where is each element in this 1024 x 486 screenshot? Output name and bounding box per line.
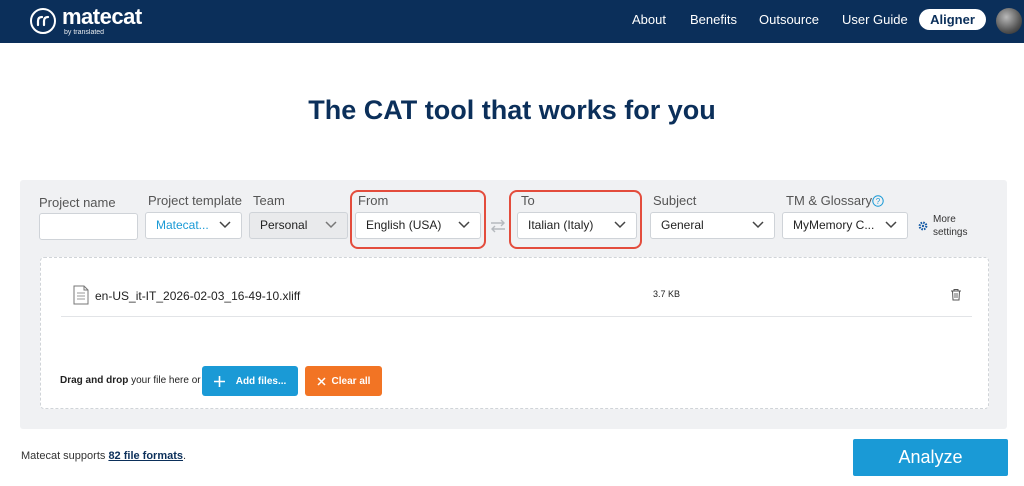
nav-about[interactable]: About — [632, 12, 666, 27]
more-settings-line1: More — [933, 214, 956, 225]
file-name: en-US_it-IT_2026-02-03_16-49-10.xliff — [95, 289, 301, 303]
project-name-input[interactable] — [39, 213, 138, 240]
chevron-down-icon — [752, 221, 764, 229]
file-size: 3.7 KB — [653, 289, 681, 299]
matecat-logo-icon — [30, 8, 56, 34]
tm-glossary-select[interactable]: MyMemory C... — [782, 212, 908, 239]
team-label: Team — [253, 193, 285, 208]
file-drop-zone[interactable]: en-US_it-IT_2026-02-03_16-49-10.xliff 3.… — [40, 257, 989, 409]
tm-glossary-label: TM & Glossary — [786, 193, 872, 208]
add-files-label: Add files... — [235, 375, 287, 387]
drag-drop-text: Drag and drop your file here or — [60, 375, 201, 386]
gear-icon — [918, 221, 928, 231]
more-settings-button[interactable]: More settings — [918, 213, 967, 239]
logo-name: matecat — [62, 4, 142, 29]
team-select[interactable]: Personal — [249, 212, 348, 239]
clear-all-button[interactable]: Clear all — [305, 366, 382, 396]
analyze-button[interactable]: Analyze — [853, 439, 1008, 476]
chevron-down-icon — [885, 221, 897, 229]
svg-text:?: ? — [876, 197, 881, 206]
add-files-button[interactable]: Add files... — [202, 366, 298, 396]
chevron-down-icon — [458, 221, 470, 229]
file-formats-link[interactable]: 82 file formats — [108, 450, 183, 462]
nav-outsource[interactable]: Outsource — [759, 12, 819, 27]
source-language-value: English (USA) — [366, 218, 442, 232]
nav-user-guide[interactable]: User Guide — [842, 12, 908, 27]
user-avatar[interactable] — [996, 8, 1022, 34]
clear-all-label: Clear all — [331, 375, 371, 387]
project-template-value: Matecat... — [156, 218, 209, 232]
more-settings-line2: settings — [933, 227, 968, 238]
logo-subtitle: by translated — [64, 29, 105, 36]
matecat-logo[interactable]: matecat by translated — [30, 6, 142, 36]
project-name-label: Project name — [39, 195, 116, 210]
trash-icon[interactable] — [950, 288, 962, 301]
source-language-select[interactable]: English (USA) — [355, 212, 481, 239]
help-icon[interactable]: ? — [872, 194, 884, 212]
subject-value: General — [661, 218, 704, 232]
top-navigation-bar: matecat by translated About Benefits Out… — [0, 0, 1024, 43]
plus-icon — [213, 375, 225, 387]
supports-suffix: . — [183, 450, 187, 462]
swap-languages-icon[interactable] — [489, 219, 507, 233]
chevron-down-icon — [614, 221, 626, 229]
project-template-label: Project template — [148, 193, 242, 208]
drag-drop-bold: Drag and drop — [60, 375, 129, 386]
nav-benefits[interactable]: Benefits — [690, 12, 737, 27]
team-value: Personal — [260, 218, 308, 232]
supports-prefix: Matecat supports — [21, 450, 109, 462]
subject-select[interactable]: General — [650, 212, 775, 239]
subject-label: Subject — [653, 193, 697, 208]
target-language-select[interactable]: Italian (Italy) — [517, 212, 637, 239]
aligner-button[interactable]: Aligner — [919, 9, 986, 30]
chevron-down-icon — [219, 221, 231, 229]
page-title: The CAT tool that works for you — [308, 95, 716, 125]
drag-drop-rest: your file here or — [128, 375, 201, 386]
close-icon — [317, 376, 326, 386]
chevron-down-icon — [325, 221, 337, 229]
project-template-select[interactable]: Matecat... — [145, 212, 242, 239]
file-row: en-US_it-IT_2026-02-03_16-49-10.xliff 3.… — [61, 285, 972, 317]
document-icon — [73, 285, 89, 305]
supported-formats-text: Matecat supports 82 file formats. — [21, 450, 186, 462]
tm-glossary-value: MyMemory C... — [793, 218, 875, 232]
target-language-value: Italian (Italy) — [528, 218, 594, 232]
